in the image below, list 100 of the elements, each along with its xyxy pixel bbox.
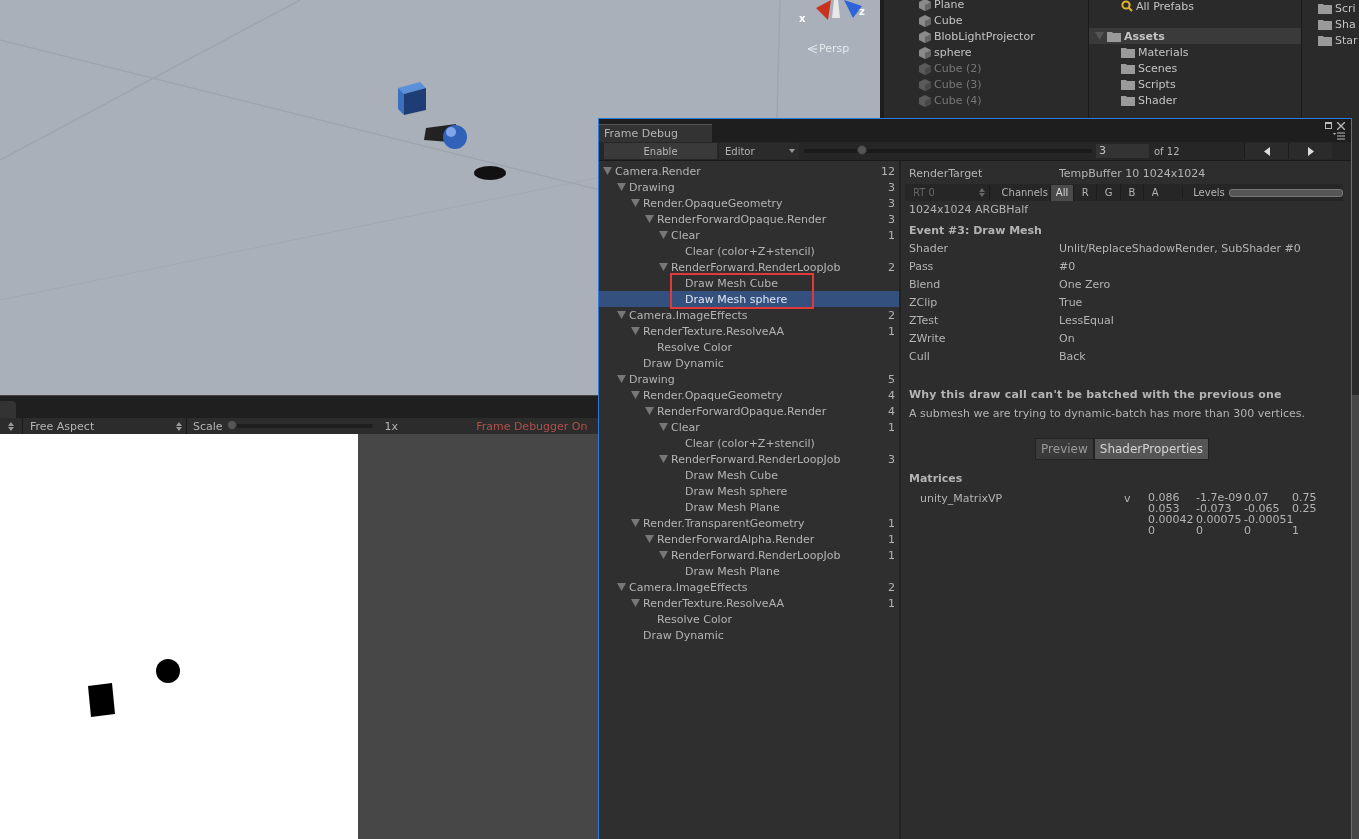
expand-arrow-icon[interactable] (659, 231, 668, 239)
maximize-icon[interactable] (1325, 122, 1332, 129)
channel-button[interactable]: G (1096, 184, 1120, 201)
folder-icon (1121, 78, 1135, 90)
tree-item[interactable]: Draw Dynamic (599, 627, 899, 643)
tree-item[interactable]: RenderTexture.ResolveAA 1 (599, 323, 899, 339)
tree-item[interactable]: Camera.ImageEffects 2 (599, 579, 899, 595)
tree-item[interactable]: RenderForward.RenderLoopJob 2 (599, 259, 899, 275)
tree-item[interactable]: Clear (color+Z+stencil) (599, 243, 899, 259)
matrix-value: 0.75 (1292, 491, 1317, 504)
folder-item[interactable]: Scripts (1089, 76, 1301, 92)
tab[interactable]: ShaderProperties (1093, 438, 1209, 460)
tree-item[interactable]: Resolve Color (599, 339, 899, 355)
expand-arrow-icon[interactable] (617, 583, 626, 591)
search-icon (1121, 0, 1133, 12)
expand-arrow-icon[interactable] (645, 407, 654, 415)
tree-item[interactable]: Draw Mesh sphere (599, 291, 899, 307)
expand-arrow-icon[interactable] (631, 327, 640, 335)
tree-item[interactable]: Camera.Render 12 (599, 163, 899, 179)
batch-heading: Why this draw call can't be batched with the previous one (909, 387, 1283, 403)
folder-item[interactable]: Materials (1089, 44, 1301, 60)
matrix-value: -0.00051 (1244, 513, 1294, 526)
expand-arrow-icon[interactable] (603, 167, 612, 175)
cube-icon (919, 31, 931, 43)
folder-icon (1121, 94, 1135, 106)
tree-item[interactable]: Draw Dynamic (599, 355, 899, 371)
tree-item[interactable]: Draw Mesh sphere (599, 483, 899, 499)
cube-icon (919, 63, 931, 75)
event-count: 5 (888, 372, 895, 386)
hierarchy-item[interactable]: Plane (919, 0, 1088, 13)
channel-button[interactable]: R (1073, 184, 1097, 201)
menu-icon[interactable] (1333, 132, 1345, 140)
event-index-field[interactable]: 3 (1096, 144, 1149, 158)
folder-item[interactable]: Sha (1318, 16, 1359, 32)
window-tab[interactable]: Frame Debug (599, 124, 712, 142)
expand-arrow-icon[interactable] (659, 263, 668, 271)
channel-button[interactable]: A (1142, 184, 1167, 201)
matrix-value: -0.065 (1244, 502, 1280, 515)
tree-item[interactable]: RenderForwardAlpha.Render 1 (599, 531, 899, 547)
event-count: 12 (881, 164, 895, 178)
expand-arrow-icon[interactable] (617, 183, 626, 191)
expand-arrow-icon[interactable] (631, 599, 640, 607)
folder-icon (1318, 34, 1332, 46)
property-value: True (1059, 295, 1083, 309)
matrix-value: 0 (1148, 524, 1155, 537)
tree-item[interactable]: Drawing 5 (599, 371, 899, 387)
cube-icon (919, 79, 931, 91)
tree-item[interactable]: RenderForwardOpaque.Render 4 (599, 403, 899, 419)
channels-label: Channels (1001, 187, 1049, 198)
folder-item[interactable]: Star (1318, 32, 1359, 48)
tree-item[interactable]: Render.OpaqueGeometry 3 (599, 195, 899, 211)
tree-item[interactable]: Clear 1 (599, 419, 899, 435)
tree-item[interactable]: Render.TransparentGeometry 1 (599, 515, 899, 531)
tree-item[interactable]: RenderForward.RenderLoopJob 3 (599, 451, 899, 467)
tree-item[interactable]: Draw Mesh Cube (599, 275, 899, 291)
expand-arrow-icon[interactable] (645, 215, 654, 223)
tree-item[interactable]: Draw Mesh Cube (599, 467, 899, 483)
expand-arrow-icon[interactable] (617, 311, 626, 319)
hierarchy-item[interactable]: BlobLightProjector (919, 29, 1088, 45)
tree-item[interactable]: Draw Mesh Plane (599, 499, 899, 515)
tree-item[interactable]: Drawing 3 (599, 179, 899, 195)
expand-arrow-icon[interactable] (631, 519, 640, 527)
tree-item[interactable]: Clear (color+Z+stencil) (599, 435, 899, 451)
next-button[interactable] (1288, 143, 1332, 159)
tree-item[interactable]: Draw Mesh Plane (599, 563, 899, 579)
expand-arrow-icon[interactable] (631, 391, 640, 399)
folder-icon (1121, 46, 1135, 58)
levels-label: Levels (1182, 187, 1225, 198)
expand-arrow-icon[interactable] (659, 423, 668, 431)
matrix-name: unity_MatrixVP (919, 492, 1004, 507)
close-icon[interactable] (1337, 122, 1345, 130)
favorite-item[interactable]: All Prefabs (1089, 0, 1301, 14)
channel-button[interactable]: B (1119, 184, 1143, 201)
channel-button[interactable]: All (1049, 184, 1074, 201)
tree-item[interactable]: Clear 1 (599, 227, 899, 243)
tree-item[interactable]: Resolve Color (599, 611, 899, 627)
expand-arrow-icon[interactable] (631, 199, 640, 207)
tree-item[interactable]: Camera.ImageEffects 2 (599, 307, 899, 323)
expand-arrow-icon[interactable] (659, 551, 668, 559)
expand-arrow-icon[interactable] (645, 535, 654, 543)
tree-item[interactable]: Render.OpaqueGeometry 4 (599, 387, 899, 403)
tree-item[interactable]: RenderTexture.ResolveAA 1 (599, 595, 899, 611)
tree-item[interactable]: RenderForwardOpaque.Render 3 (599, 211, 899, 227)
event-count: 1 (888, 596, 895, 610)
hierarchy-item[interactable]: sphere (919, 45, 1088, 61)
folder-item[interactable]: Assets (1089, 28, 1301, 44)
target-dropdown[interactable]: Editor (719, 143, 799, 159)
event-count: 3 (888, 180, 895, 194)
tab[interactable]: Preview (1035, 438, 1094, 460)
folder-item[interactable]: Scenes (1089, 60, 1301, 76)
expand-arrow-icon[interactable] (617, 375, 626, 383)
previous-button[interactable] (1244, 143, 1288, 159)
stepper-icon (978, 188, 985, 197)
hierarchy-item[interactable]: Cube (919, 13, 1088, 29)
expand-arrow-icon[interactable] (659, 455, 668, 463)
folder-item[interactable]: Shader (1089, 92, 1301, 108)
event-count: 3 (888, 196, 895, 210)
folder-item[interactable]: Scri (1318, 0, 1359, 16)
enable-button[interactable]: Enable (604, 143, 717, 159)
tree-item[interactable]: RenderForward.RenderLoopJob 1 (599, 547, 899, 563)
